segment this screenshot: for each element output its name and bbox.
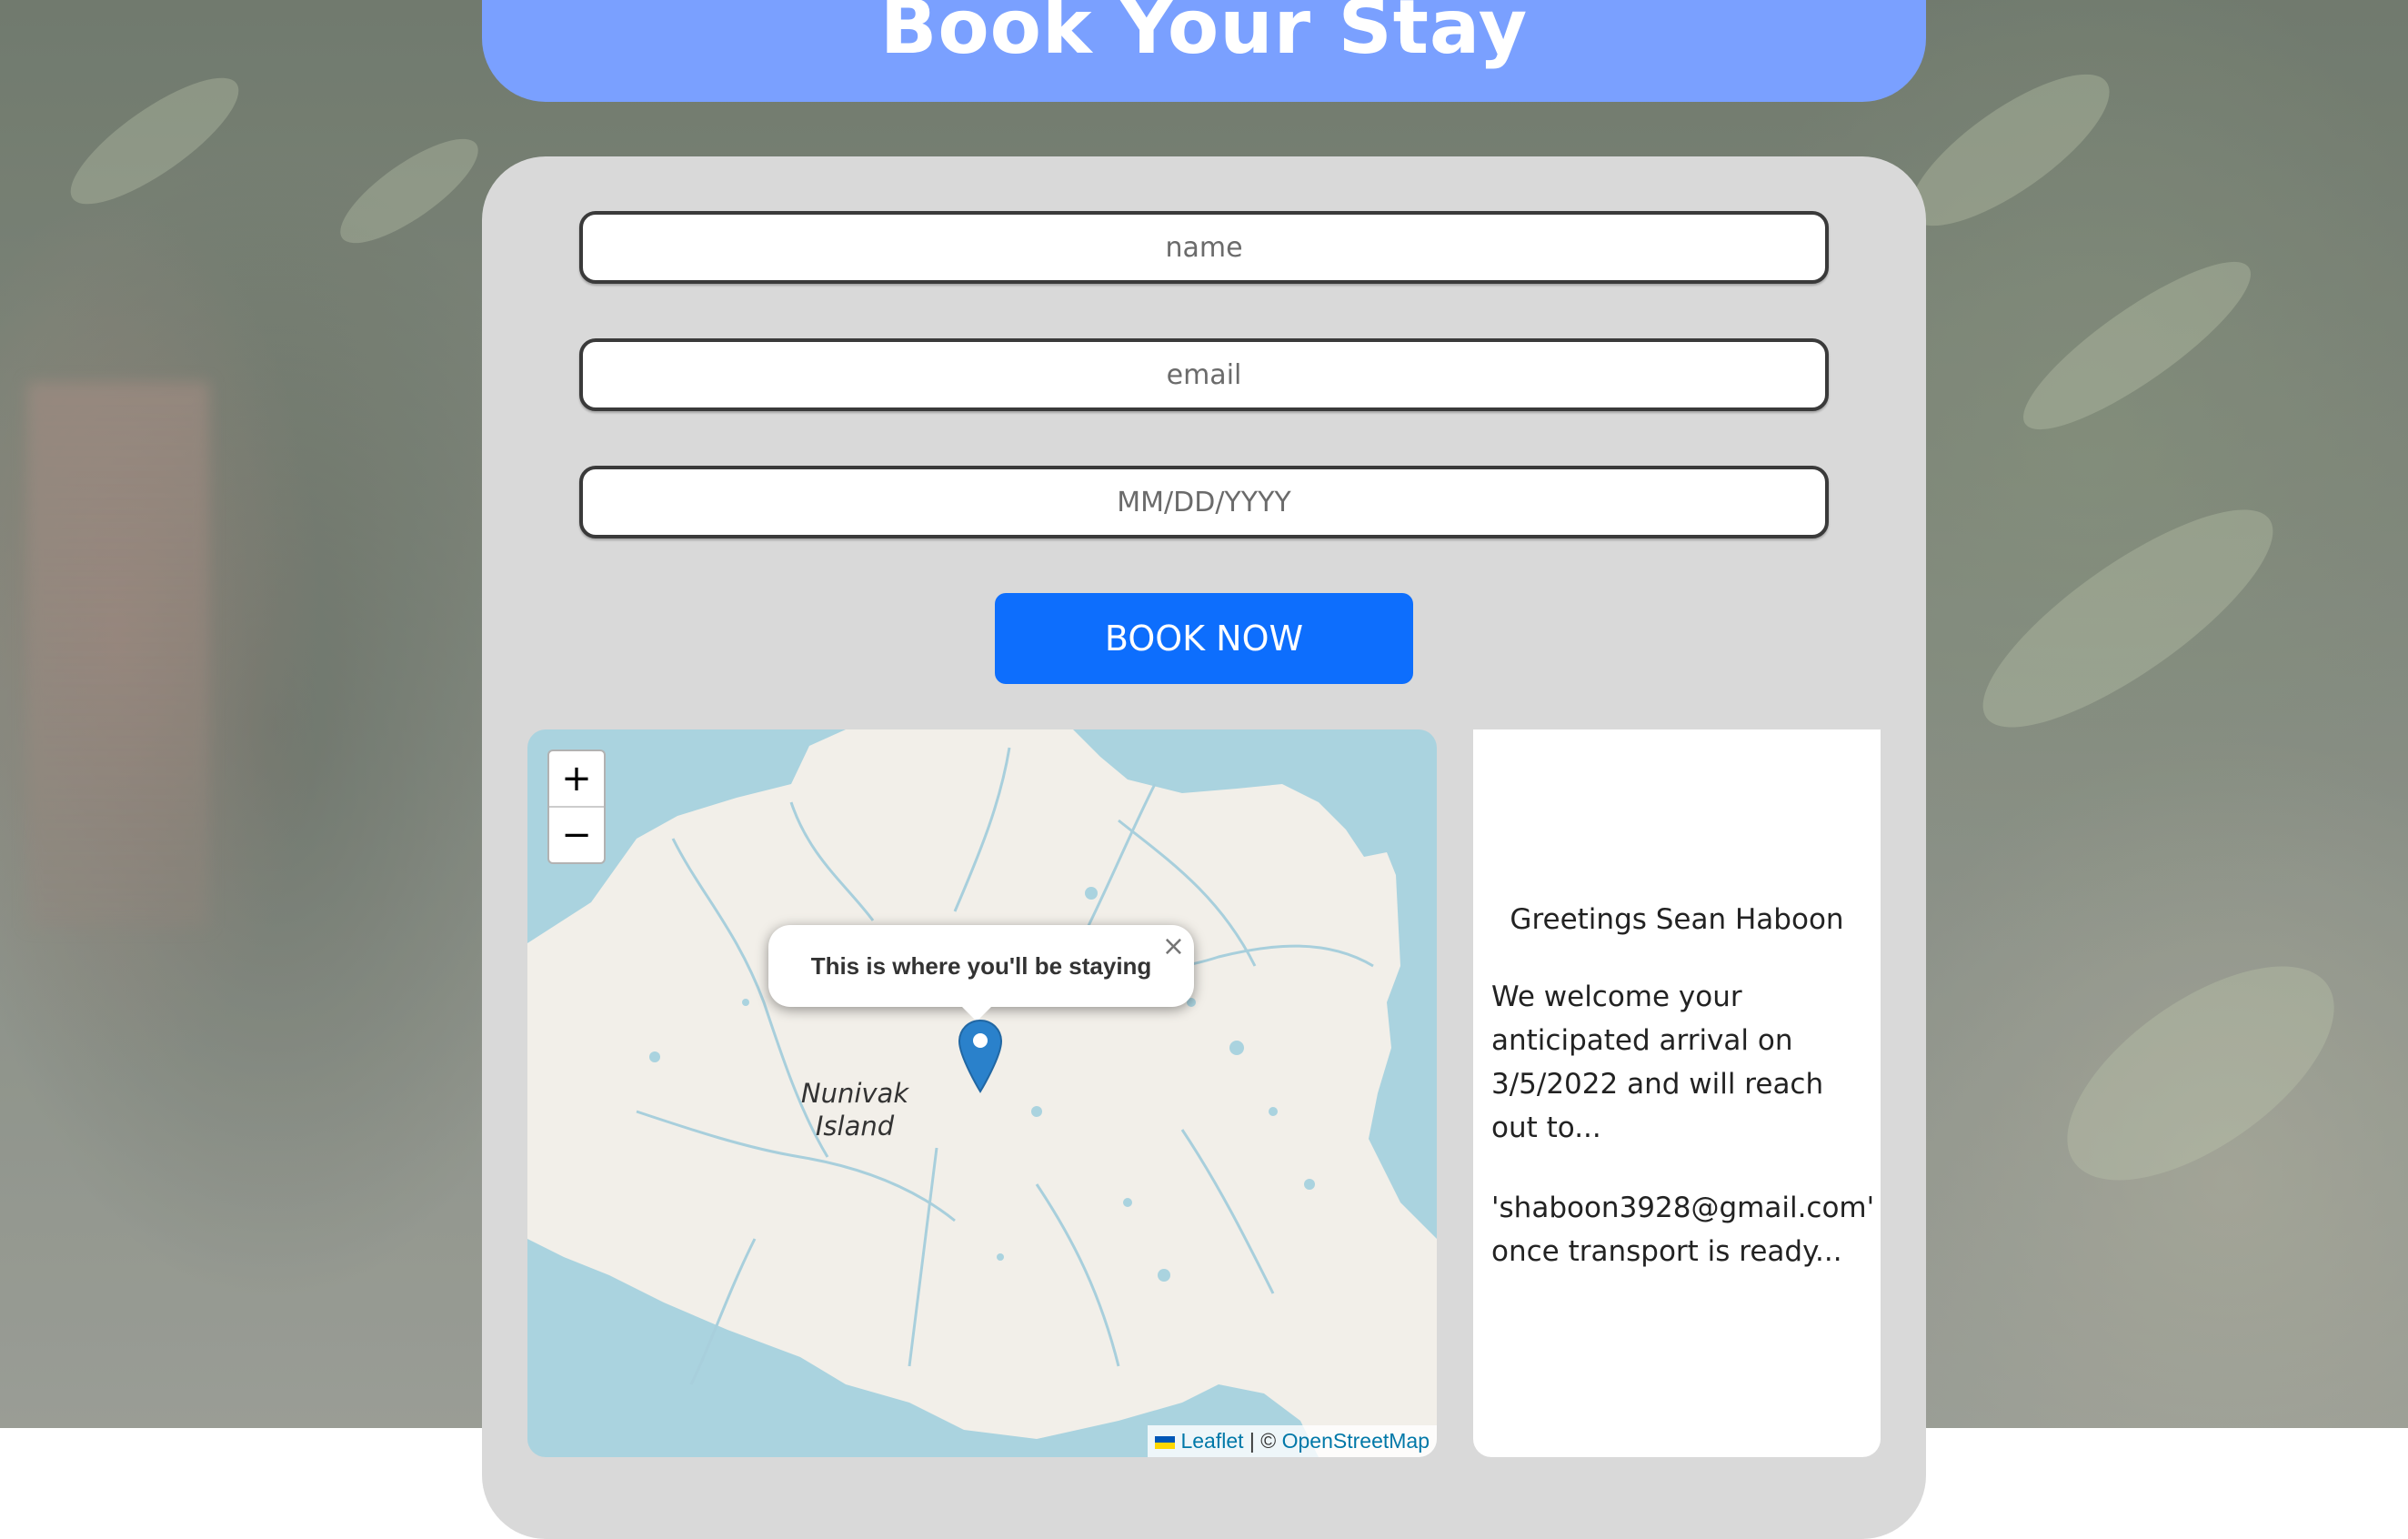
booking-confirmation-panel: Greetings Sean Haboon We welcome your an… xyxy=(1473,729,1881,1457)
map-marker-icon[interactable] xyxy=(958,1019,1003,1093)
greeting-text: Greetings Sean Haboon xyxy=(1510,903,1844,936)
page-title: Book Your Stay xyxy=(879,0,1529,71)
map-popup: This is where you'll be staying × xyxy=(768,925,1194,1021)
place-label-line1: Nunivak xyxy=(800,1078,909,1109)
ukraine-flag-icon xyxy=(1155,1435,1176,1449)
title-banner: Book Your Stay xyxy=(482,0,1926,102)
leaflet-link[interactable]: Leaflet xyxy=(1180,1429,1243,1453)
popup-text: This is where you'll be staying xyxy=(810,951,1152,980)
map-attribution: Leaflet | © OpenStreetMap xyxy=(1148,1425,1437,1457)
popup-close-icon[interactable]: × xyxy=(1162,930,1185,962)
openstreetmap-link[interactable]: OpenStreetMap xyxy=(1282,1429,1430,1453)
book-now-button[interactable]: BOOK NOW xyxy=(995,593,1413,684)
email-input[interactable] xyxy=(579,338,1829,411)
island-land-shape xyxy=(527,729,1437,1457)
map-view[interactable]: + − Nunivak Island This is where you'll … xyxy=(527,729,1437,1457)
name-input[interactable] xyxy=(579,211,1829,284)
booking-card: BOOK NOW xyxy=(482,156,1926,1539)
zoom-out-button[interactable]: − xyxy=(549,808,604,862)
place-label-line2: Island xyxy=(815,1111,895,1142)
attribution-separator: | © xyxy=(1243,1429,1282,1453)
arrival-message: We welcome your anticipated arrival on 3… xyxy=(1491,981,1824,1144)
zoom-control: + − xyxy=(547,749,606,864)
map-place-label: Nunivak Island xyxy=(791,1077,918,1142)
date-input[interactable] xyxy=(579,466,1829,538)
email-notice: 'shaboon3928@gmail.com' once transport i… xyxy=(1491,1192,1875,1268)
zoom-in-button[interactable]: + xyxy=(549,751,604,808)
